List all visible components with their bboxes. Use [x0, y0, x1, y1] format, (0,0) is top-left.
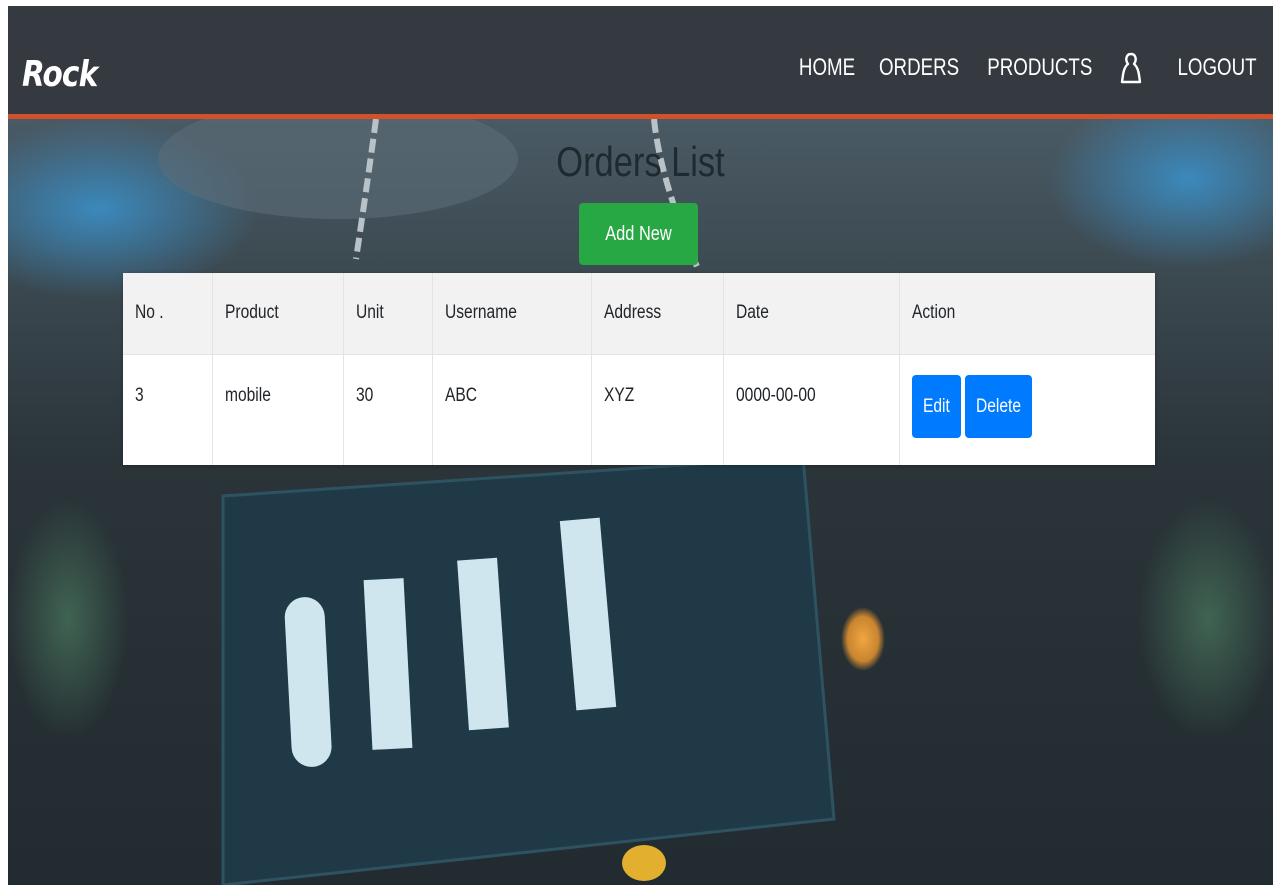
delete-button[interactable]: Delete — [964, 374, 1032, 438]
top-navbar: Rock HOME ORDERS PRODUCTS LOGOUT — [8, 6, 1273, 119]
cell-date: 0000-00-00 — [723, 354, 900, 465]
nav-orders-link[interactable]: ORDERS — [879, 54, 959, 82]
cell-unit: 30 — [343, 354, 433, 465]
app-frame: Rock HOME ORDERS PRODUCTS LOGOUT Orders … — [8, 6, 1273, 885]
column-header-unit: Unit — [343, 273, 433, 354]
edit-button-label: Edit — [922, 395, 950, 417]
column-header-username: Username — [432, 273, 592, 354]
table-header-row: No . Product Unit Username Address Date … — [123, 273, 1155, 354]
column-header-no: No . — [123, 273, 213, 354]
nav-products-link[interactable]: PRODUCTS — [987, 54, 1092, 82]
add-new-user-button[interactable]: Add New User — [579, 203, 698, 307]
column-header-date: Date — [723, 273, 900, 354]
orders-table-container: No . Product Unit Username Address Date … — [123, 273, 1155, 465]
edit-button[interactable]: Edit — [911, 374, 961, 438]
cell-username: ABC — [432, 354, 592, 465]
delete-button-label: Delete — [975, 395, 1021, 417]
cell-address: XYZ — [591, 354, 724, 465]
nav-logout-link[interactable]: LOGOUT — [1173, 54, 1260, 82]
cell-action: Edit Delete — [899, 354, 1155, 465]
nav-home-link[interactable]: HOME — [794, 54, 860, 82]
column-header-address: Address — [591, 273, 724, 354]
cell-no: 3 — [123, 354, 213, 465]
cell-product: mobile — [212, 354, 344, 465]
table-row: 3 mobile 30 ABC XYZ 0000-00-00 Edit Delet… — [123, 354, 1155, 465]
column-header-action: Action — [911, 302, 955, 324]
orders-table: No . Product Unit Username Address Date … — [123, 273, 1155, 465]
user-icon[interactable] — [1111, 48, 1151, 88]
brand-logo[interactable]: Rock — [22, 54, 98, 95]
page-title: Orders List — [556, 138, 725, 185]
column-header-product: Product — [212, 273, 344, 354]
